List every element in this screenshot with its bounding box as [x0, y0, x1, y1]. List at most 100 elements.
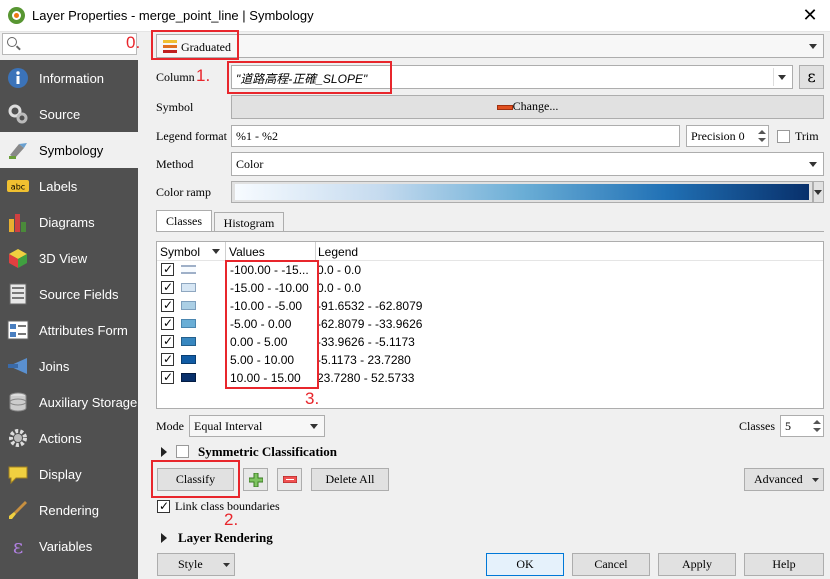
apply-button[interactable]: Apply: [658, 553, 736, 576]
cancel-button[interactable]: Cancel: [572, 553, 650, 576]
tab-histogram[interactable]: Histogram: [214, 212, 284, 232]
sidebar-item-information[interactable]: Information: [0, 60, 138, 96]
sidebar-item-label: Symbology: [39, 143, 104, 158]
expression-button[interactable]: ε: [799, 65, 824, 89]
sidebar-item-label: Attributes Form: [39, 323, 128, 338]
sidebar-item-rendering[interactable]: Rendering: [0, 492, 138, 528]
chevron-down-icon: [814, 190, 822, 195]
chevron-down-icon: [812, 478, 819, 482]
expand-arrow-icon[interactable]: [161, 533, 167, 543]
class-swatch: [181, 301, 196, 310]
sidebar-item-labels[interactable]: abc Labels: [0, 168, 138, 204]
close-icon[interactable]: ✕: [800, 5, 820, 25]
sort-arrow-icon: [212, 249, 220, 254]
legend-format-value: %1 - %2: [236, 129, 278, 143]
search-input[interactable]: [2, 33, 137, 55]
column-header-legend[interactable]: Legend: [318, 245, 358, 259]
color-ramp-label: Color ramp: [156, 185, 211, 199]
class-legend: -62.8079 - -33.9626: [317, 317, 423, 331]
sidebar-item-3d-view[interactable]: 3D View: [0, 240, 138, 276]
sidebar: Information Source Symbology abc Labels …: [0, 60, 138, 579]
tab-divider: [156, 231, 824, 232]
renderer-select[interactable]: Graduated: [156, 34, 824, 58]
row-visible-checkbox[interactable]: [161, 298, 174, 312]
precision-spinbox[interactable]: Precision 0: [686, 125, 769, 147]
sidebar-item-label: Joins: [39, 359, 70, 374]
search-icon: [7, 37, 17, 47]
style-button[interactable]: Style: [157, 553, 235, 576]
sidebar-item-label: Information: [39, 71, 105, 86]
sidebar-item-source[interactable]: Source: [0, 96, 138, 132]
symbol-change-button[interactable]: Change...: [231, 95, 824, 119]
sidebar-item-display[interactable]: Display: [0, 456, 138, 492]
sidebar-item-symbology[interactable]: Symbology: [0, 132, 138, 168]
row-visible-checkbox[interactable]: [161, 262, 174, 276]
expand-arrow-icon[interactable]: [161, 447, 167, 457]
row-visible-checkbox[interactable]: [161, 352, 174, 366]
annotation-label-3: 3.: [305, 389, 320, 408]
sidebar-item-label: 3D View: [39, 251, 88, 266]
sidebar-item-label: Rendering: [39, 503, 99, 518]
trim-label: Trim: [795, 129, 819, 143]
class-swatch: [181, 265, 196, 274]
annotation-box-values: [225, 260, 319, 389]
symbol-change-label: Change...: [512, 99, 559, 113]
title-bar: Layer Properties - merge_point_line | Sy…: [0, 0, 830, 32]
row-visible-checkbox[interactable]: [161, 334, 174, 348]
row-visible-checkbox[interactable]: [161, 316, 174, 330]
remove-class-button[interactable]: [277, 468, 302, 491]
sidebar-item-joins[interactable]: Joins: [0, 348, 138, 384]
sidebar-item-label: Labels: [39, 179, 78, 194]
column-header-symbol[interactable]: Symbol: [160, 245, 200, 259]
classes-label: Classes: [739, 419, 775, 433]
form-icon: [7, 320, 29, 340]
mode-label: Mode: [156, 419, 184, 433]
link-boundaries-checkbox[interactable]: [157, 499, 170, 513]
help-button[interactable]: Help: [744, 553, 824, 576]
advanced-button[interactable]: Advanced: [744, 468, 824, 491]
sidebar-item-source-fields[interactable]: Source Fields: [0, 276, 138, 312]
symbology-icon: [9, 143, 27, 159]
color-ramp-dropdown[interactable]: [813, 181, 824, 203]
plus-icon: [249, 473, 263, 487]
color-ramp-preview: [235, 184, 809, 200]
column-divider: [315, 242, 316, 260]
window-title: Layer Properties - merge_point_line | Sy…: [32, 8, 314, 23]
column-header-values[interactable]: Values: [229, 245, 265, 259]
advanced-label: Advanced: [754, 472, 803, 486]
sidebar-item-diagrams[interactable]: Diagrams: [0, 204, 138, 240]
row-visible-checkbox[interactable]: [161, 370, 174, 384]
color-ramp-button[interactable]: [231, 181, 813, 203]
sidebar-item-variables[interactable]: ε Variables: [0, 528, 138, 564]
row-visible-checkbox[interactable]: [161, 280, 174, 294]
sidebar-item-auxiliary-storage[interactable]: Auxiliary Storage: [0, 384, 138, 420]
tab-classes[interactable]: Classes: [156, 210, 212, 232]
precision-value: Precision 0: [691, 129, 745, 143]
symmetric-checkbox[interactable]: [176, 445, 189, 458]
sidebar-item-label: Variables: [39, 539, 93, 554]
chevron-down-icon: [310, 424, 318, 429]
method-select[interactable]: Color: [231, 152, 824, 176]
cube-icon: [9, 249, 27, 268]
trim-checkbox[interactable]: [777, 130, 790, 143]
column-label: Column: [156, 70, 195, 84]
ok-button[interactable]: OK: [486, 553, 564, 576]
method-label: Method: [156, 157, 194, 171]
class-legend: 0.0 - 0.0: [317, 281, 362, 295]
symbol-label: Symbol: [156, 100, 194, 114]
sidebar-item-attributes-form[interactable]: Attributes Form: [0, 312, 138, 348]
delete-all-button[interactable]: Delete All: [311, 468, 389, 491]
class-swatch: [181, 283, 196, 292]
legend-format-input[interactable]: %1 - %2: [231, 125, 680, 147]
display-icon: [8, 466, 28, 485]
divider: [773, 68, 774, 86]
spinner-icon: [758, 130, 766, 142]
minus-icon: [283, 476, 297, 483]
add-class-button[interactable]: [243, 468, 268, 491]
mode-select[interactable]: Equal Interval: [189, 415, 325, 437]
classes-spinbox[interactable]: 5: [780, 415, 824, 437]
class-legend: -91.6532 - -62.8079: [317, 299, 423, 313]
epsilon-icon: ε: [13, 535, 23, 557]
sidebar-item-actions[interactable]: Actions: [0, 420, 138, 456]
gear-icon: [9, 429, 27, 447]
